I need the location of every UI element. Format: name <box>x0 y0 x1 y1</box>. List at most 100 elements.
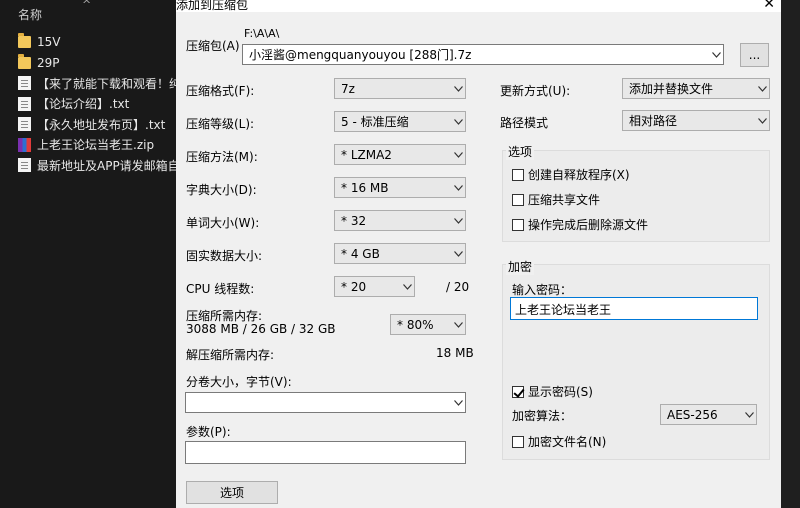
solid-select[interactable]: * 4 GB <box>334 243 466 264</box>
encrypt-names-checkbox[interactable]: 加密文件名(N) <box>512 433 606 450</box>
params-input[interactable] <box>185 441 466 464</box>
mem-decomp-value: 18 MB <box>436 346 474 360</box>
path-mode-value: 相对路径 <box>629 114 678 128</box>
checkbox-icon <box>512 168 524 181</box>
chevron-down-icon <box>451 144 465 165</box>
show-password-label: 显示密码(S) <box>528 385 593 399</box>
update-mode-label: 更新方式(U): <box>500 84 571 98</box>
file-name: 29P <box>37 55 60 70</box>
sort-caret-icon: ^ <box>82 0 92 11</box>
encryption-algo-label: 加密算法： <box>512 409 573 423</box>
shared-files-checkbox[interactable]: 压缩共享文件 <box>512 191 600 208</box>
archive-label: 压缩包(A) <box>186 39 240 53</box>
shared-files-label: 压缩共享文件 <box>528 193 601 207</box>
text-file-icon <box>18 117 31 132</box>
file-item[interactable]: 15V <box>0 32 176 53</box>
dialog-titlebar[interactable]: 添加到压缩包 ✕ <box>176 0 781 12</box>
file-explorer-pane: ^ 名称 15V 29P 【来了就能下载和观看！纯 【论坛介绍】.txt 【永久… <box>0 0 176 508</box>
solid-label: 固实数据大小: <box>186 249 263 263</box>
method-label: 压缩方法(M): <box>186 150 258 164</box>
checkbox-checked-icon <box>512 385 524 398</box>
format-label: 压缩格式(F): <box>186 84 255 98</box>
chevron-down-icon <box>742 404 756 425</box>
word-label: 单词大小(W): <box>186 216 260 230</box>
password-input[interactable]: 上老王论坛当老王 <box>510 297 758 320</box>
dialog-title: 添加到压缩包 <box>176 0 249 12</box>
text-file-icon <box>18 76 31 91</box>
column-header-label: 名称 <box>18 8 43 22</box>
file-item[interactable]: 29P <box>0 53 176 74</box>
browse-button[interactable]: ... <box>740 43 769 67</box>
cpu-select[interactable]: * 20 <box>334 276 415 297</box>
file-item[interactable]: 【来了就能下载和观看！纯 <box>0 73 176 94</box>
sfx-checkbox[interactable]: 创建自释放程序(X) <box>512 166 630 183</box>
file-name: 【来了就能下载和观看！纯 <box>37 76 176 91</box>
column-header-name[interactable]: ^ 名称 <box>0 0 176 26</box>
encrypt-names-label: 加密文件名(N) <box>528 435 607 449</box>
chevron-down-icon <box>451 78 465 99</box>
file-item[interactable]: 【永久地址发布页】.txt <box>0 114 176 135</box>
text-file-icon <box>18 96 31 111</box>
mem-decomp-label: 解压缩所需内存: <box>186 348 275 362</box>
file-name: 15V <box>37 35 61 50</box>
file-name: 【论坛介绍】.txt <box>37 97 130 112</box>
file-name: 【永久地址发布页】.txt <box>37 117 166 132</box>
file-name: 上老王论坛当老王.zip <box>37 138 155 153</box>
method-value: * LZMA2 <box>341 147 392 162</box>
zip-archive-icon <box>18 137 31 152</box>
word-value: * 32 <box>341 213 367 228</box>
text-file-icon <box>18 158 31 173</box>
options-group-title: 选项 <box>506 143 535 160</box>
chevron-down-icon <box>755 110 769 131</box>
sfx-label: 创建自释放程序(X) <box>528 168 630 182</box>
archive-name-value: 小淫酱@mengquanyouyou [288门].7z <box>249 48 472 62</box>
file-item[interactable]: 【论坛介绍】.txt <box>0 94 176 115</box>
dict-label: 字典大小(D): <box>186 183 257 197</box>
method-select[interactable]: * LZMA2 <box>334 144 466 165</box>
delete-after-checkbox[interactable]: 操作完成后删除源文件 <box>512 216 648 233</box>
close-icon[interactable]: ✕ <box>763 0 775 12</box>
word-select[interactable]: * 32 <box>334 210 466 231</box>
file-item[interactable]: 上老王论坛当老王.zip <box>0 135 176 156</box>
add-to-archive-dialog: 添加到压缩包 ✕ 压缩包(A) F:\A\A\ 小淫酱@mengquanyouy… <box>176 0 781 508</box>
folder-icon <box>18 33 31 49</box>
update-mode-select[interactable]: 添加并替换文件 <box>622 78 770 99</box>
chevron-down-icon <box>451 243 465 264</box>
encryption-algo-select[interactable]: AES-256 <box>660 404 757 425</box>
mem-usage-value: * 80% <box>397 317 434 332</box>
chevron-down-icon <box>755 78 769 99</box>
chevron-down-icon <box>451 111 465 132</box>
chevron-down-icon <box>451 314 465 335</box>
encryption-algo-value: AES-256 <box>667 407 718 422</box>
file-name: 最新地址及APP请发邮箱自 <box>37 158 176 173</box>
file-list: 15V 29P 【来了就能下载和观看！纯 【论坛介绍】.txt 【永久地址发布页… <box>0 32 176 176</box>
chevron-down-icon <box>451 392 465 413</box>
folder-icon <box>18 53 31 69</box>
path-mode-select[interactable]: 相对路径 <box>622 110 770 131</box>
cpu-label: CPU 线程数: <box>186 282 255 296</box>
password-label: 输入密码： <box>512 283 573 297</box>
chevron-down-icon <box>451 177 465 198</box>
chevron-down-icon <box>400 276 414 297</box>
level-select[interactable]: 5 - 标准压缩 <box>334 111 466 132</box>
delete-after-label: 操作完成后删除源文件 <box>528 218 649 232</box>
file-item[interactable]: 最新地址及APP请发邮箱自 <box>0 155 176 176</box>
level-label: 压缩等级(L): <box>186 117 255 131</box>
options-button[interactable]: 选项 <box>186 481 278 504</box>
format-value: 7z <box>341 81 355 96</box>
mem-usage-select[interactable]: * 80% <box>390 314 466 335</box>
mem-comp-detail: 3088 MB / 26 GB / 32 GB <box>186 322 336 336</box>
encryption-group-title: 加密 <box>506 258 535 275</box>
show-password-checkbox[interactable]: 显示密码(S) <box>512 383 593 400</box>
checkbox-icon <box>512 218 524 231</box>
cpu-total: / 20 <box>446 280 470 294</box>
checkbox-icon <box>512 193 524 206</box>
checkbox-icon <box>512 435 524 448</box>
archive-name-combo[interactable]: 小淫酱@mengquanyouyou [288门].7z <box>242 44 724 65</box>
solid-value: * 4 GB <box>341 246 380 261</box>
dict-select[interactable]: * 16 MB <box>334 177 466 198</box>
split-label: 分卷大小，字节(V): <box>186 375 292 389</box>
archive-folder-path: F:\A\A\ <box>244 27 280 40</box>
split-size-combo[interactable] <box>185 392 466 413</box>
format-select[interactable]: 7z <box>334 78 466 99</box>
